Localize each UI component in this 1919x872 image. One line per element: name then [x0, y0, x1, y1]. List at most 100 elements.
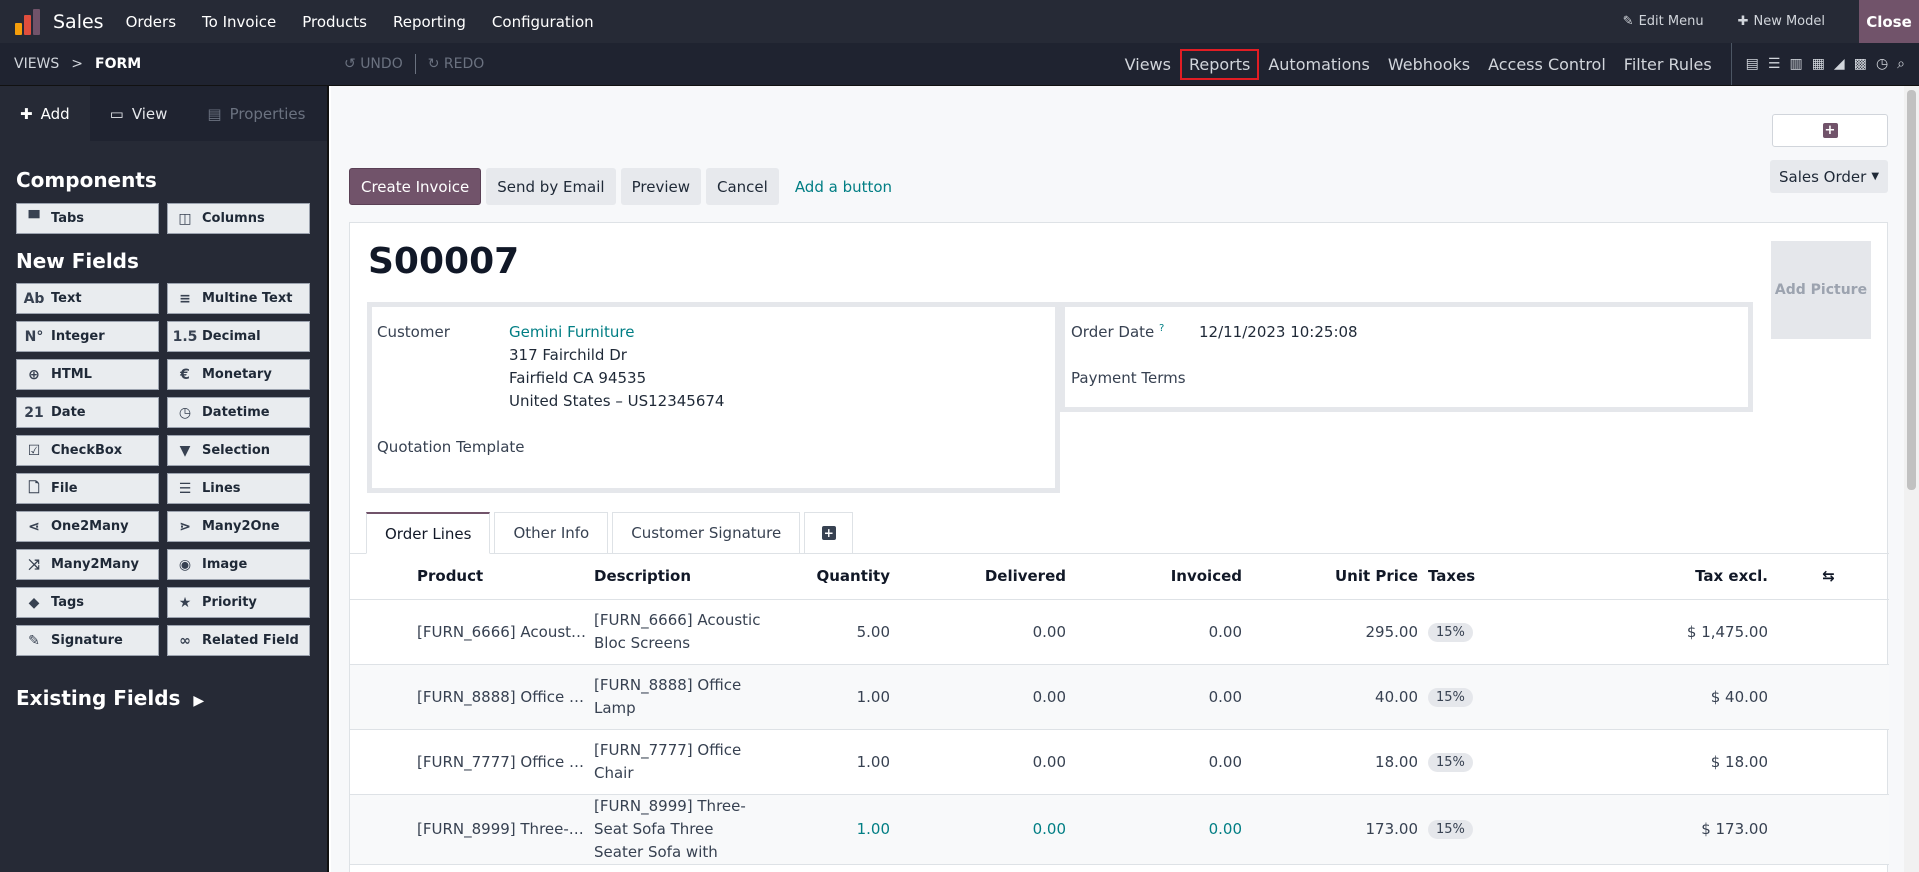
- send-by-email-button[interactable]: Send by Email: [486, 168, 616, 205]
- close-studio-button[interactable]: Close: [1859, 0, 1919, 43]
- field-priority[interactable]: ★ Priority: [167, 587, 310, 618]
- cancel-button[interactable]: Cancel: [705, 168, 779, 205]
- page-title[interactable]: S00007: [368, 241, 519, 282]
- existing-fields-toggle[interactable]: Existing Fields ▶: [16, 686, 327, 710]
- undo-button[interactable]: ↺ UNDO: [344, 56, 403, 72]
- description-text: [FURN_8999] Three-Seat Sofa Three Seater…: [594, 796, 746, 861]
- scrollbar[interactable]: [1904, 86, 1919, 872]
- table-row[interactable]: [FURN_7777] Office Chair [FURN_7777] Offi…: [350, 729, 1889, 795]
- optional-columns-toggle[interactable]: ⇆: [1768, 554, 1889, 600]
- breadcrumb-views[interactable]: VIEWS: [14, 56, 59, 72]
- edit-menu-button[interactable]: ✎ Edit Menu: [1623, 14, 1704, 29]
- field-text[interactable]: Ab Text: [16, 283, 159, 314]
- tab-order-lines[interactable]: Order Lines: [366, 512, 491, 554]
- customer-group[interactable]: Customer Gemini Furniture 317 Fairchild …: [367, 302, 1060, 493]
- field-signature[interactable]: ✎ Signature: [16, 625, 159, 656]
- field-label: Selection: [202, 443, 271, 458]
- field-related-field[interactable]: ∞ Related Field: [167, 625, 310, 656]
- component-tabs[interactable]: ▀ Tabs: [16, 203, 159, 234]
- sales-app-icon[interactable]: [15, 8, 41, 35]
- description-text: [FURN_6666] Acoustic Bloc Screens: [594, 610, 761, 652]
- pivot-view-icon[interactable]: ▩: [1854, 56, 1867, 72]
- field-date[interactable]: 21 Date: [16, 397, 159, 428]
- redo-icon: ↻: [427, 56, 440, 72]
- menu-products[interactable]: Products: [302, 13, 367, 31]
- add-tab-button[interactable]: +: [804, 512, 854, 554]
- sidebar-tab-properties[interactable]: ▤ Properties: [187, 86, 325, 141]
- column-taxes[interactable]: Taxes: [1418, 554, 1523, 600]
- tab-reports[interactable]: Reports: [1179, 48, 1260, 80]
- component-columns[interactable]: ◫ Columns: [167, 203, 310, 234]
- cell-subtotal: $ 1,475.00: [1523, 599, 1768, 665]
- tab-access-control[interactable]: Access Control: [1479, 49, 1615, 80]
- column-description[interactable]: Description: [594, 554, 764, 600]
- tab-customer-signature[interactable]: Customer Signature: [612, 512, 801, 554]
- field-selection[interactable]: ▼ Selection: [167, 435, 310, 466]
- create-invoice-button[interactable]: Create Invoice: [349, 168, 482, 205]
- menu-reporting[interactable]: Reporting: [393, 13, 466, 31]
- column-invoiced[interactable]: Invoiced: [1066, 554, 1242, 600]
- field-html[interactable]: ⊕ HTML: [16, 359, 159, 390]
- tab-other-info[interactable]: Other Info: [494, 512, 609, 554]
- cell-unit-price: 295.00: [1242, 599, 1418, 665]
- form-view-icon[interactable]: ▤: [1746, 56, 1759, 72]
- tab-automations[interactable]: Automations: [1259, 49, 1379, 80]
- add-smart-button[interactable]: +: [1772, 114, 1888, 147]
- sidebar-tab-add[interactable]: ✚ Add: [0, 86, 90, 141]
- help-tooltip-icon[interactable]: ?: [1159, 323, 1164, 334]
- add-a-button-link[interactable]: Add a button: [784, 168, 903, 205]
- field-label: One2Many: [51, 519, 129, 534]
- column-tax-excl[interactable]: Tax excl.: [1523, 554, 1768, 600]
- field-monetary[interactable]: € Monetary: [167, 359, 310, 390]
- table-row[interactable]: [FURN_8999] Three-Seat Sofa [FURN_8999] T…: [350, 794, 1889, 865]
- model-dropdown[interactable]: Sales Order ▼: [1770, 160, 1888, 193]
- field-label: Lines: [202, 481, 241, 496]
- tab-filter-rules[interactable]: Filter Rules: [1615, 49, 1721, 80]
- field-multine-text[interactable]: ≡ Multine Text: [167, 283, 310, 314]
- add-picture-placeholder[interactable]: Add Picture: [1771, 241, 1871, 339]
- customer-link[interactable]: Gemini Furniture: [509, 323, 634, 341]
- tab-views[interactable]: Views: [1116, 49, 1180, 80]
- scrollbar-thumb[interactable]: [1907, 90, 1916, 490]
- cell-product: [FURN_8888] Office Lamp: [417, 664, 594, 730]
- menu-configuration[interactable]: Configuration: [492, 13, 594, 31]
- table-row[interactable]: [FURN_8888] Office Lamp [FURN_8888] Offic…: [350, 664, 1889, 730]
- sidebar-tab-view[interactable]: ▭ View: [90, 86, 188, 141]
- preview-button[interactable]: Preview: [620, 168, 701, 205]
- cell-delivered: 0.00: [890, 794, 1066, 865]
- field-tags[interactable]: ◆ Tags: [16, 587, 159, 618]
- column-quantity[interactable]: Quantity: [764, 554, 890, 600]
- field-many2one[interactable]: ⋗ Many2One: [167, 511, 310, 542]
- row-handle: [350, 729, 417, 795]
- column-product[interactable]: Product: [417, 554, 594, 600]
- search-view-icon[interactable]: ⌕: [1897, 56, 1905, 72]
- kanban-view-icon[interactable]: ▥: [1789, 56, 1802, 72]
- field-checkbox[interactable]: ☑ CheckBox: [16, 435, 159, 466]
- field-many2many[interactable]: ⤨ Many2Many: [16, 549, 159, 580]
- list-view-icon[interactable]: ☰: [1768, 56, 1781, 72]
- view-switcher: ▤ ☰ ▥ ▦ ◢ ▩ ◷ ⌕: [1730, 43, 1905, 85]
- field-one2many[interactable]: ⋖ One2Many: [16, 511, 159, 542]
- field-image[interactable]: ◉ Image: [167, 549, 310, 580]
- new-model-button[interactable]: ✚ New Model: [1738, 14, 1825, 29]
- field-datetime[interactable]: ◷ Datetime: [167, 397, 310, 428]
- field-lines[interactable]: ☰ Lines: [167, 473, 310, 504]
- redo-button[interactable]: ↻ REDO: [428, 56, 485, 72]
- app-name[interactable]: Sales: [53, 11, 104, 33]
- activity-view-icon[interactable]: ◷: [1876, 56, 1888, 72]
- header-buttons: Create Invoice Send by Email Preview Can…: [349, 168, 903, 205]
- order-info-group[interactable]: Order Date ? 12/11/2023 10:25:08 Payment…: [1060, 302, 1753, 412]
- column-delivered[interactable]: Delivered: [890, 554, 1066, 600]
- field-decimal[interactable]: 1.5 Decimal: [167, 321, 310, 352]
- column-unit-price[interactable]: Unit Price: [1242, 554, 1418, 600]
- table-row[interactable]: [FURN_6666] Acoustic Bloc Screens [FURN_6…: [350, 599, 1889, 665]
- calendar-view-icon[interactable]: ▦: [1812, 56, 1825, 72]
- graph-view-icon[interactable]: ◢: [1834, 56, 1845, 72]
- tab-webhooks[interactable]: Webhooks: [1379, 49, 1479, 80]
- cell-description: [FURN_8999] Three-Seat Sofa Three Seater…: [594, 794, 764, 865]
- menu-orders[interactable]: Orders: [126, 13, 176, 31]
- field-file[interactable]: 🗋 File: [16, 473, 159, 504]
- menu-to-invoice[interactable]: To Invoice: [202, 13, 276, 31]
- description-text: [FURN_8888] Office Lamp: [594, 675, 742, 717]
- field-integer[interactable]: N° Integer: [16, 321, 159, 352]
